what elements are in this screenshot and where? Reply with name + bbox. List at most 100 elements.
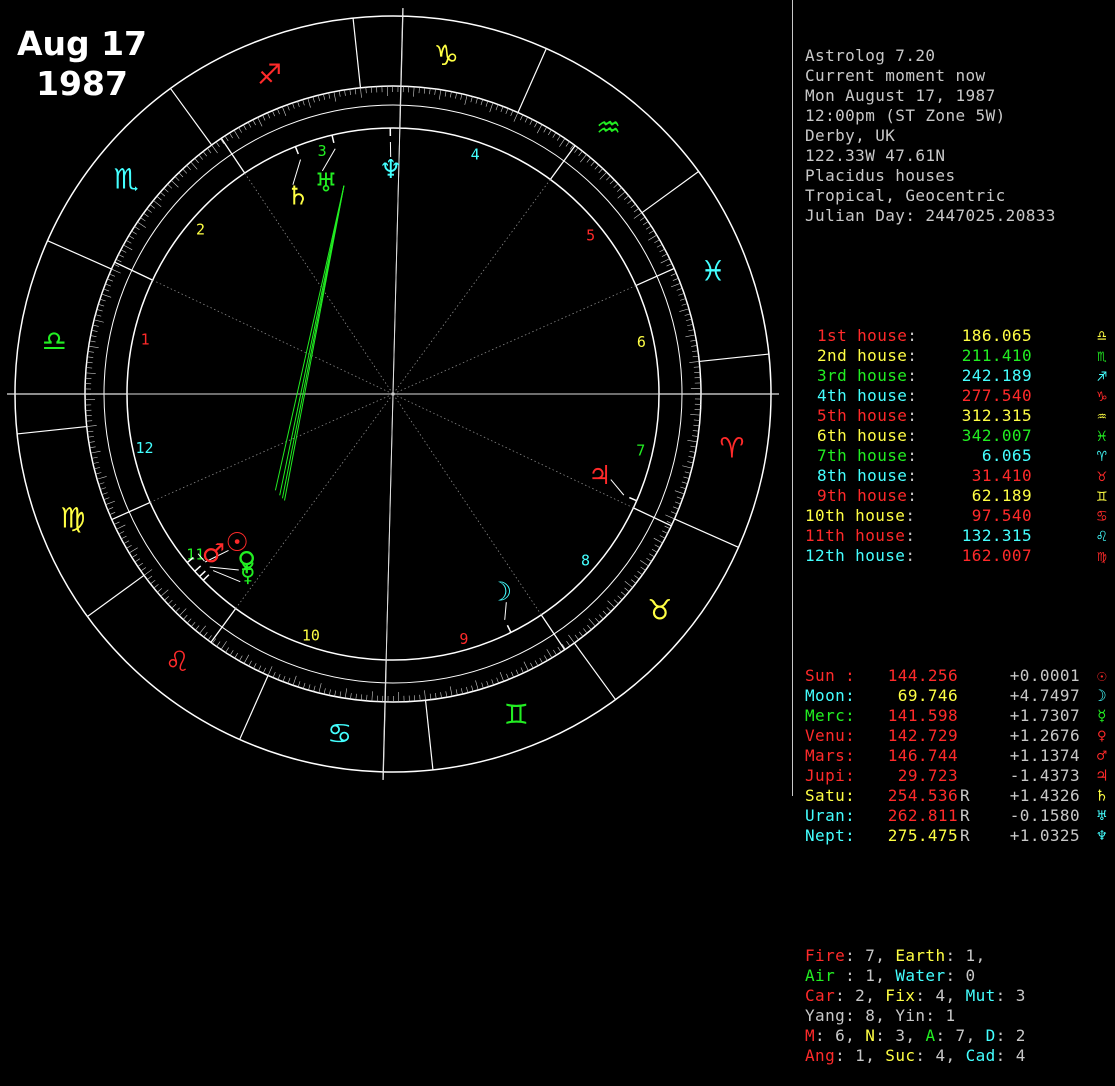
planet-longitude: 254.536 [888,786,958,806]
summary-segment: : 0 [945,966,975,985]
degree-tick [606,176,610,180]
planet-longitude: 141.598 [888,706,958,726]
degree-tick [292,103,294,109]
degree-tick [97,476,107,479]
degree-tick [243,125,246,130]
sign-boundary [426,700,433,770]
cancer-icon: ♋ [327,717,352,750]
degree-tick [249,661,252,666]
degree-tick [282,107,286,116]
degree-tick [445,91,446,97]
degree-tick [456,689,457,695]
summary-segment: Car [805,986,835,1005]
degree-tick [175,176,179,180]
libra-icon: ♎ [42,325,67,358]
pisces-icon: ♓ [701,255,726,288]
degree-tick [537,124,542,133]
degree-tick [138,563,143,566]
degree-tick [88,436,94,437]
aspect-line [280,186,344,496]
degree-tick [621,592,626,596]
degree-tick [199,155,203,160]
degree-tick [89,346,99,348]
sign-boundary [699,354,769,361]
summary-segment: : 4, [915,986,965,1005]
house-number: 12 [136,439,154,457]
house-value: 342.007 [962,426,1032,446]
degree-tick [516,670,518,675]
degree-tick [100,488,106,490]
summary-line: Air : 1, Water: 0 [805,966,1110,986]
panel-divider [792,0,793,796]
degree-tick [88,351,94,352]
degree-tick [248,122,251,127]
degree-tick [694,420,700,421]
summary-segment: : 1, [945,946,985,965]
degree-tick [466,687,467,693]
degree-tick [691,345,697,346]
degree-tick [648,235,657,240]
cancer-icon: ♋ [1097,506,1107,526]
degree-tick [86,421,92,422]
summary-segment: N [865,1026,875,1045]
summary-line: Yang: 8, Yin: 1 [805,1006,1110,1026]
degree-tick [144,569,152,575]
retrograde-flag: R [960,826,970,846]
degree-tick [487,681,489,687]
summary-segment: : 1 [925,1006,955,1025]
degree-tick [164,596,168,600]
header-line: 12:00pm (ST Zone 5W) [805,106,1110,126]
degree-tick [471,686,473,692]
degree-tick [692,436,698,437]
saturn-marker [295,147,298,154]
summary-line: M: 6, N: 3, A: 7, D: 2 [805,1026,1110,1046]
degree-tick [579,151,583,156]
planet-latitude: +0.0001 [1010,666,1080,686]
scorpio-icon: ♏ [1097,346,1107,366]
degree-tick [679,309,689,312]
degree-tick [646,558,651,561]
degree-tick [160,192,165,196]
leo-icon: ♌ [1097,526,1107,546]
degree-tick [303,100,305,106]
degree-tick [530,119,533,124]
degree-tick [129,236,134,239]
uranus-icon: ♅ [314,168,337,198]
degree-tick [631,580,636,584]
degree-tick [203,152,207,157]
degree-tick [293,676,296,685]
house-number: 10 [302,626,320,644]
degree-tick [424,88,425,94]
degree-tick [693,430,699,431]
degree-tick [229,133,232,138]
degree-tick [119,531,124,534]
degree-tick [164,188,168,192]
summary-segment: : 8, [845,1006,895,1025]
degree-tick [288,678,290,684]
planet-row: Jupi:29.723-1.4373♃ [805,766,1110,786]
degree-tick [297,101,299,107]
degree-tick [235,653,238,658]
taurus-icon: ♉ [647,594,672,627]
degree-tick [618,192,626,199]
degree-tick [168,600,172,604]
planet-row: Moon:69.746+4.7497☽ [805,686,1110,706]
planet-name: Satu: [805,786,855,806]
degree-tick [640,560,648,566]
uranus-marker [332,135,334,143]
degree-tick [690,451,696,452]
house-label: 7th house: [817,446,917,466]
house-value: 211.410 [962,346,1032,366]
degree-tick [283,676,285,682]
degree-tick [91,336,97,337]
degree-tick [524,662,528,671]
degree-tick [179,609,186,616]
planet-name: Uran: [805,806,855,826]
degree-tick [207,148,211,153]
summary-segment: : 6, [815,1026,865,1045]
degree-tick [105,284,111,286]
planet-latitude: -1.4373 [1010,766,1080,786]
degree-tick [124,541,129,544]
degree-tick [654,538,663,543]
degree-tick [121,536,126,539]
